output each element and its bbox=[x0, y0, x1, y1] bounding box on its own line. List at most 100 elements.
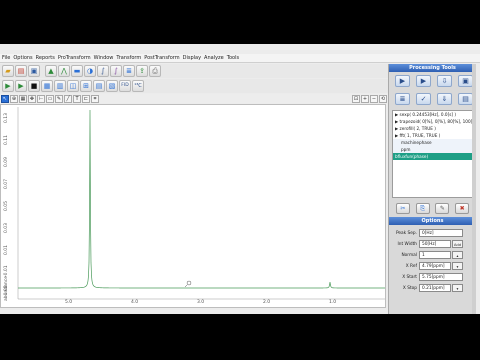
carbon-icon[interactable]: ¹³C bbox=[132, 80, 144, 92]
x-tick: 2.0 bbox=[263, 300, 271, 305]
list-icon[interactable]: ≣ bbox=[395, 93, 410, 105]
down-icon[interactable]: ⇓ bbox=[437, 93, 452, 105]
menu-options[interactable]: Options bbox=[13, 54, 32, 63]
zoom-icon[interactable]: ⊕ bbox=[10, 94, 18, 103]
play-icon[interactable]: ▶ bbox=[2, 80, 14, 92]
crosshair-cursor bbox=[184, 280, 192, 288]
x-ref-stepper[interactable]: ▾ bbox=[452, 262, 463, 270]
menu-transform[interactable]: Transform bbox=[116, 54, 141, 63]
stack-icon[interactable]: ≣ bbox=[123, 65, 135, 77]
letterbox-bottom bbox=[0, 314, 480, 360]
import-icon[interactable]: ⇩ bbox=[437, 75, 452, 87]
view-icon[interactable]: ▣ bbox=[458, 75, 473, 87]
normal-input[interactable]: 1 bbox=[419, 251, 451, 259]
save-icon[interactable]: ▣ bbox=[28, 65, 40, 77]
menu-window[interactable]: Window bbox=[94, 54, 114, 63]
text-tool-icon[interactable]: T bbox=[73, 94, 81, 103]
tool-icon[interactable]: ✂ bbox=[395, 203, 410, 214]
option-row: X Stop 0.21[ppm] ▾ bbox=[389, 283, 476, 293]
list-item[interactable]: machinephase bbox=[393, 139, 472, 146]
fit-icon[interactable]: ▧ bbox=[106, 80, 118, 92]
export-icon[interactable]: ⇪ bbox=[136, 65, 148, 77]
crop-icon[interactable]: ⌗ bbox=[91, 94, 99, 103]
zoom-fit-icon[interactable]: ⊡ bbox=[352, 94, 360, 103]
layout-icon[interactable]: ▥ bbox=[54, 80, 66, 92]
baseline-icon[interactable]: ▬ bbox=[71, 65, 83, 77]
pencil-icon[interactable]: ✎ bbox=[55, 94, 63, 103]
delete-icon[interactable]: ✖ bbox=[455, 203, 470, 214]
options-title: Options bbox=[389, 217, 476, 225]
folder-open-icon[interactable]: ▰ bbox=[2, 65, 14, 77]
x-ref-input[interactable]: 4.79[ppm] bbox=[419, 262, 451, 270]
menu-display[interactable]: Display bbox=[183, 54, 201, 63]
peak-pick-icon[interactable]: ⋀ bbox=[58, 65, 70, 77]
stop-icon[interactable]: ■ bbox=[28, 80, 40, 92]
processing-tools-panel: Processing Tools ▶ ▶ ⇩ ▣ ≣ ✓ ⇓ ▤ ▶ sexp(… bbox=[388, 64, 476, 314]
processing-buttons: ▶ ▶ ⇩ ▣ ≣ ✓ ⇓ ▤ bbox=[389, 72, 476, 108]
menu-bar: File Options Reports ProTransform Window… bbox=[0, 54, 480, 63]
select-icon[interactable]: ▭ bbox=[46, 94, 54, 103]
zoom-out-icon[interactable]: − bbox=[370, 94, 378, 103]
spectrum-icon[interactable]: ▲ bbox=[45, 65, 57, 77]
integrate-icon[interactable]: ∫ bbox=[97, 65, 109, 77]
copy-icon[interactable]: ⎘ bbox=[415, 203, 430, 214]
normal-stepper[interactable]: ▴ bbox=[452, 251, 463, 259]
grid-icon[interactable]: ▦ bbox=[41, 80, 53, 92]
print-icon[interactable]: ⎙ bbox=[149, 65, 161, 77]
cursor-icon[interactable]: ↖ bbox=[1, 94, 9, 103]
measure-icon[interactable]: ⊢ bbox=[37, 94, 45, 103]
menu-file[interactable]: File bbox=[2, 54, 10, 63]
table-view-icon[interactable]: ▤ bbox=[458, 93, 473, 105]
spectrum-trace bbox=[18, 109, 385, 289]
reset-view-icon[interactable]: ⟲ bbox=[379, 94, 387, 103]
x-tick: 3.0 bbox=[197, 300, 205, 305]
x-stop-stepper[interactable]: ▾ bbox=[452, 284, 463, 292]
integral-icon[interactable]: ∫ bbox=[110, 65, 122, 77]
edit-icon[interactable]: ✎ bbox=[435, 203, 450, 214]
option-row: Normal 1 ▴ bbox=[389, 250, 476, 260]
letterbox-top bbox=[0, 0, 480, 44]
menu-posttransform[interactable]: PostTransform bbox=[144, 54, 179, 63]
table-icon[interactable]: ▤ bbox=[93, 80, 105, 92]
list-item[interactable]: ▶ fft( 1, TRUE, TRUE ) bbox=[393, 132, 472, 139]
menu-reports[interactable]: Reports bbox=[36, 54, 55, 63]
x-start-input[interactable]: 5.75[ppm] bbox=[419, 273, 463, 281]
run-step-icon[interactable]: ▶ bbox=[416, 75, 431, 87]
x-stop-input[interactable]: 0.21[ppm] bbox=[419, 284, 451, 292]
option-label: X Ref bbox=[405, 263, 417, 269]
list-item-selected[interactable]: bfluxfun(phase) bbox=[393, 153, 472, 160]
menu-tools[interactable]: Tools bbox=[227, 54, 239, 63]
add-button[interactable]: Add bbox=[452, 240, 463, 248]
list-item[interactable]: ppm bbox=[393, 146, 472, 153]
pan-icon[interactable]: ✥ bbox=[28, 94, 36, 103]
ruler-icon[interactable]: ⊏ bbox=[82, 94, 90, 103]
menu-analyze[interactable]: Analyze bbox=[204, 54, 224, 63]
check-icon[interactable]: ✓ bbox=[416, 93, 431, 105]
spectrum-plot[interactable]: 0.13 0.11 0.09 0.07 0.05 0.03 0.01 -0.01… bbox=[0, 104, 386, 308]
list-item[interactable]: ▶ zerofill( 2, TRUE ) bbox=[393, 125, 472, 132]
grid-view-icon[interactable]: ▦ bbox=[19, 94, 27, 103]
split-icon[interactable]: ◫ bbox=[67, 80, 79, 92]
panel-scrollbar[interactable] bbox=[472, 64, 476, 314]
spectrum-svg[interactable] bbox=[1, 105, 387, 309]
option-row: Peak Sep. 0[Hz] bbox=[389, 228, 476, 238]
run-icon[interactable]: ▶ bbox=[395, 75, 410, 87]
zoom-in-icon[interactable]: + bbox=[361, 94, 369, 103]
y-tick: 0.05 bbox=[4, 200, 9, 211]
play-alt-icon[interactable]: ▶ bbox=[15, 80, 27, 92]
menu-protransform[interactable]: ProTransform bbox=[58, 54, 91, 63]
merge-icon[interactable]: ⊞ bbox=[80, 80, 92, 92]
processing-tools-title: Processing Tools bbox=[389, 64, 476, 72]
options-form: Peak Sep. 0[Hz] Int Width 50[Hz] Add Nor… bbox=[389, 225, 476, 293]
list-item[interactable]: ▶ sexp( 0.24453[Hz], 0.0[s] ) bbox=[393, 111, 472, 118]
line-icon[interactable]: ╱ bbox=[64, 94, 72, 103]
phase-icon[interactable]: ◑ bbox=[84, 65, 96, 77]
peak-sep-input[interactable]: 0[Hz] bbox=[419, 229, 463, 237]
processing-list[interactable]: ▶ sexp( 0.24453[Hz], 0.0[s] ) ▶ trapezoi… bbox=[392, 110, 473, 198]
int-width-input[interactable]: 50[Hz] bbox=[419, 240, 451, 248]
list-item[interactable]: ▶ trapezoid( 0[%], 0[%], 80[%], 100[... bbox=[393, 118, 472, 125]
fid-icon[interactable]: FID bbox=[119, 80, 131, 92]
x-tick: 1.0 bbox=[329, 300, 337, 305]
y-tick: 0.01 bbox=[4, 244, 9, 255]
folder-icon[interactable]: ▤ bbox=[15, 65, 27, 77]
